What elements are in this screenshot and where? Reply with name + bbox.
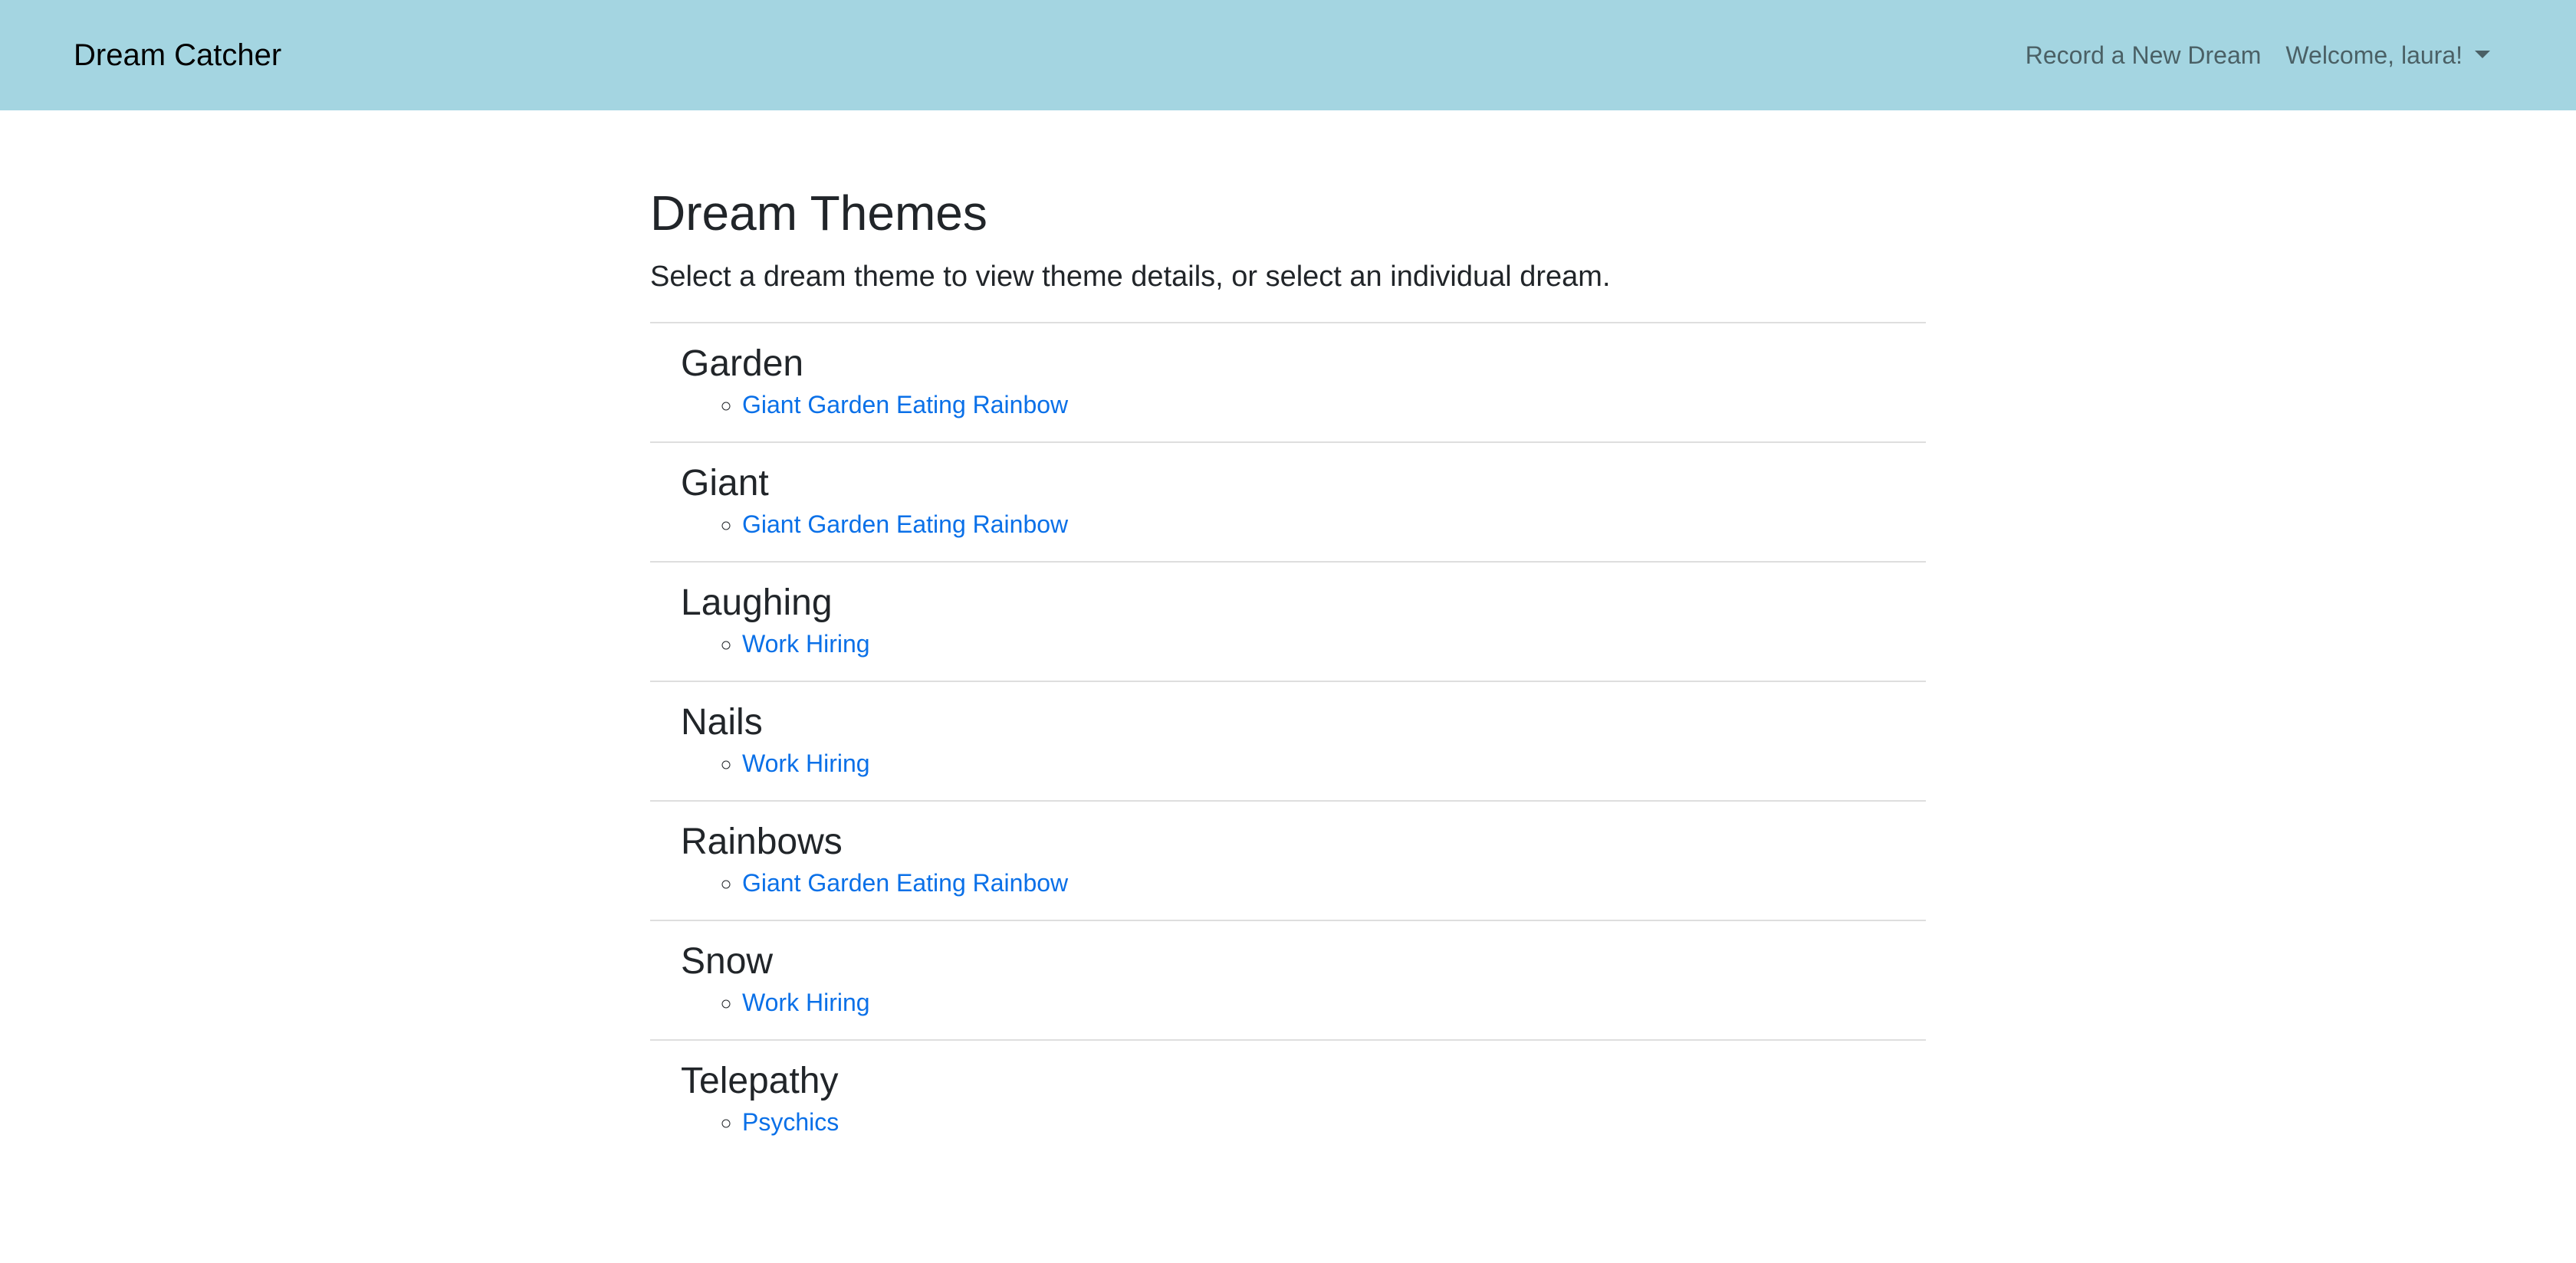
- theme-name: Laughing: [681, 582, 833, 623]
- brand-link[interactable]: Dream Catcher: [74, 0, 281, 110]
- dream-link[interactable]: Work Hiring: [742, 750, 870, 777]
- dream-link[interactable]: Psychics: [742, 1108, 839, 1136]
- dream-list: Work Hiring: [681, 746, 1895, 781]
- theme-name: Rainbows: [681, 821, 843, 862]
- theme-name: Snow: [681, 940, 774, 982]
- theme-name: Nails: [681, 701, 763, 743]
- dream-list: Work Hiring: [681, 627, 1895, 661]
- dream-list: Psychics: [681, 1105, 1895, 1140]
- navbar: Dream Catcher Record a New Dream Welcome…: [0, 0, 2576, 110]
- dream-list-item: Psychics: [742, 1105, 1895, 1140]
- theme-item: Rainbows Giant Garden Eating Rainbow: [650, 799, 1926, 920]
- dream-list: Work Hiring: [681, 986, 1895, 1020]
- dream-list-item: Giant Garden Eating Rainbow: [742, 388, 1895, 422]
- dream-list: Giant Garden Eating Rainbow: [681, 507, 1895, 542]
- theme-item: Nails Work Hiring: [650, 680, 1926, 800]
- record-new-dream-link[interactable]: Record a New Dream: [2026, 41, 2262, 70]
- theme-item: Giant Giant Garden Eating Rainbow: [650, 441, 1926, 561]
- dream-list: Giant Garden Eating Rainbow: [681, 388, 1895, 422]
- navbar-right: Record a New Dream Welcome, laura!: [2026, 0, 2490, 110]
- dream-list-item: Giant Garden Eating Rainbow: [742, 866, 1895, 901]
- page-title: Dream Themes: [650, 185, 987, 241]
- user-menu-dropdown[interactable]: Welcome, laura!: [2285, 41, 2490, 70]
- dream-list-item: Work Hiring: [742, 986, 1895, 1020]
- dream-list: Giant Garden Eating Rainbow: [681, 866, 1895, 901]
- dream-list-item: Work Hiring: [742, 746, 1895, 781]
- dream-list-item: Work Hiring: [742, 627, 1895, 661]
- dream-link[interactable]: Work Hiring: [742, 989, 870, 1016]
- dream-link[interactable]: Giant Garden Eating Rainbow: [742, 510, 1068, 538]
- dream-list-item: Giant Garden Eating Rainbow: [742, 507, 1895, 542]
- theme-item: Laughing Work Hiring: [650, 560, 1926, 681]
- main-content: Dream Themes Select a dream theme to vie…: [650, 110, 1926, 1159]
- theme-name: Giant: [681, 462, 769, 504]
- theme-item: Snow Work Hiring: [650, 919, 1926, 1039]
- theme-name: Garden: [681, 343, 804, 384]
- dream-link[interactable]: Work Hiring: [742, 630, 870, 658]
- page-lead: Select a dream theme to view theme detai…: [650, 260, 1611, 293]
- dream-link[interactable]: Giant Garden Eating Rainbow: [742, 869, 1068, 897]
- theme-item: Garden Giant Garden Eating Rainbow: [650, 321, 1926, 441]
- theme-list: Garden Giant Garden Eating Rainbow Giant…: [650, 321, 1926, 1159]
- dream-link[interactable]: Giant Garden Eating Rainbow: [742, 391, 1068, 418]
- theme-item: Telepathy Psychics: [650, 1038, 1926, 1159]
- welcome-label: Welcome, laura!: [2285, 41, 2463, 69]
- theme-name: Telepathy: [681, 1060, 839, 1101]
- caret-down-icon: [2475, 51, 2490, 59]
